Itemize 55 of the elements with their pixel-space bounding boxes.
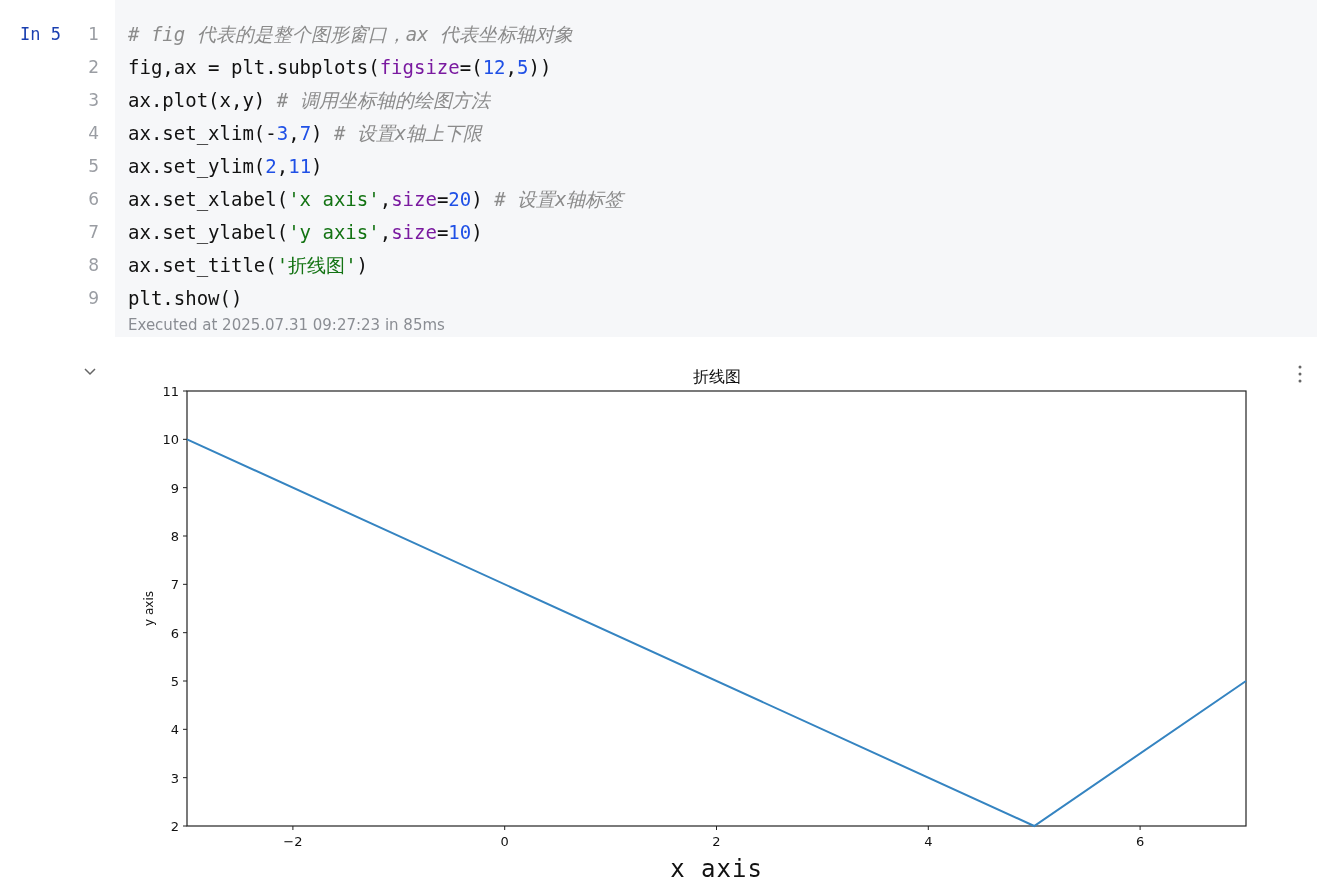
y-tick [182, 632, 188, 634]
chart-title: 折线图 [692, 367, 741, 386]
y-tick [182, 390, 188, 392]
line-number: 6 [87, 188, 100, 211]
y-tick-label: 3 [170, 770, 179, 786]
x-tick-label: 6 [1135, 834, 1145, 849]
code-line: fig,ax = plt.subplots(figsize=(12,5)) [128, 55, 553, 80]
x-axis-label: x axis [670, 855, 763, 882]
code-line: ax.set_xlim(-3,7) # 设置x轴上下限 [128, 121, 484, 147]
x-tick-label: 4 [924, 834, 933, 849]
x-tick [292, 825, 294, 831]
line-number: 2 [87, 56, 100, 79]
y-tick-label: 4 [170, 722, 179, 738]
y-tick-label: 10 [162, 432, 179, 448]
y-tick-label: 8 [170, 529, 179, 544]
y-tick-label: 9 [170, 480, 179, 496]
x-tick [504, 825, 506, 831]
y-tick [182, 438, 188, 440]
y-axis-label: y axis [142, 591, 156, 626]
y-tick-label: 5 [170, 674, 179, 689]
y-tick [182, 728, 188, 730]
y-tick-label: 2 [170, 819, 179, 834]
y-tick-label: 7 [170, 577, 179, 593]
y-tick [182, 777, 188, 779]
y-tick [182, 535, 188, 537]
x-tick [716, 825, 717, 831]
x-tick [927, 825, 929, 831]
line-number: 4 [87, 122, 100, 145]
line-number: 9 [87, 287, 100, 310]
code-line: ax.plot(x,y) # 调用坐标轴的绘图方法 [128, 88, 492, 113]
line-number: 8 [87, 254, 100, 277]
y-tick [182, 680, 188, 682]
y-tick [182, 487, 188, 489]
code-line: ax.set_title('折线图') [128, 253, 370, 279]
x-tick-label: −2 [283, 834, 303, 849]
x-tick [1139, 825, 1141, 831]
code-line: # fig 代表的是整个图形窗口，ax 代表坐标轴对象 [128, 22, 574, 47]
y-tick [182, 825, 188, 827]
chevron-down-icon[interactable] [83, 367, 97, 377]
code-line: ax.set_xlabel('x axis',size=20) # 设置x轴标签 [128, 187, 627, 213]
x-tick-label: 2 [712, 834, 721, 849]
execution-info: Executed at 2025.07.31 09:27:23 in 85ms [128, 316, 446, 334]
line-number: 1 [87, 23, 100, 46]
code-line: ax.set_ylabel('y axis',size=10) [128, 220, 484, 246]
y-tick-label: 6 [170, 625, 179, 641]
x-tick-label: 0 [500, 834, 509, 849]
cell-prompt: In 5 [19, 23, 62, 46]
code-line: plt.show() [128, 286, 244, 311]
line-number: 7 [87, 221, 100, 244]
code-line: ax.set_ylim(2,11) [128, 154, 324, 180]
y-tick [182, 583, 188, 585]
line-number: 3 [87, 89, 100, 112]
y-tick-label: 11 [162, 384, 179, 399]
line-number: 5 [87, 155, 100, 178]
more-options-icon[interactable] [1297, 364, 1303, 384]
